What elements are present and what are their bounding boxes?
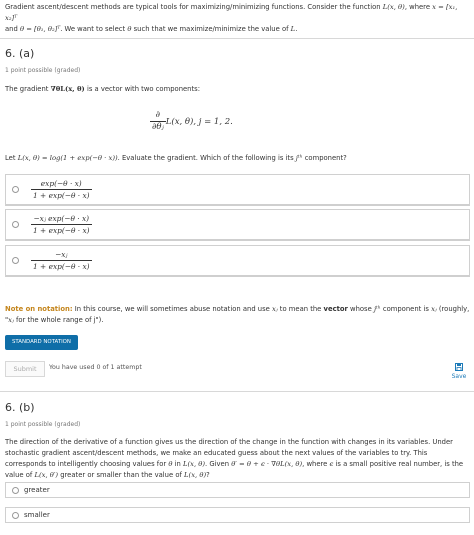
intro-text: . [295, 25, 298, 33]
radio-button[interactable] [12, 186, 19, 193]
answer-option[interactable]: −xⱼ exp(−θ · x) 1 + exp(−θ · x) [5, 209, 470, 241]
intro-text: . We want to select [60, 25, 128, 33]
option-label: smaller [24, 511, 50, 519]
jth-symbol: jᵗʰ [373, 305, 381, 313]
option-fraction: exp(−θ · x) 1 + exp(−θ · x) [31, 178, 92, 201]
fraction-numerator: −xⱼ [55, 250, 68, 259]
radio-button[interactable] [12, 257, 19, 264]
theta-definition: θ = [θ₁, θ₂]ᵀ [19, 25, 61, 33]
let-statement: Let L(x, θ) = log(1 + exp(−θ · x)). Eval… [5, 153, 347, 164]
radio-button[interactable] [12, 511, 19, 519]
divider [0, 38, 474, 39]
radio-button[interactable] [12, 221, 19, 228]
statement-text: The gradient [5, 85, 51, 93]
intro-paragraph: Gradient ascent/descent methods are typi… [5, 2, 467, 35]
fraction-denominator: 1 + exp(−θ · x) [31, 189, 92, 200]
save-label: Save [451, 373, 467, 380]
statement-text: Let [5, 154, 18, 162]
note-text: for the whole range of j"). [13, 316, 104, 324]
fraction-denominator: 1 + exp(−θ · x) [31, 224, 92, 235]
answer-option-greater[interactable]: greater [5, 482, 470, 498]
attempts-text: You have used 0 of 1 attempt [49, 364, 142, 371]
loss-definition: L(x, θ) = log(1 + exp(−θ · x)) [17, 154, 118, 162]
intro-function: L(x, θ) [382, 3, 405, 11]
update-rule: θ′ = θ + ϵ · ∇θL(x, θ) [231, 460, 303, 468]
option-label: greater [24, 486, 50, 494]
note-label: Note on notation: [5, 305, 73, 313]
answer-option[interactable]: exp(−θ · x) 1 + exp(−θ · x) [5, 174, 470, 206]
body-text: , where [302, 460, 330, 468]
answer-option[interactable]: −xⱼ 1 + exp(−θ · x) [5, 245, 470, 277]
intro-text: such that we maximize/minimize the value… [131, 25, 291, 33]
loss-symbol: L(x, θ′) [34, 471, 59, 479]
save-button[interactable]: Save [448, 363, 470, 380]
divider [0, 391, 474, 392]
statement-text: . Evaluate the gradient. Which of the fo… [117, 154, 296, 162]
notation-note: Note on notation: In this course, we wil… [5, 304, 470, 326]
submit-button[interactable]: Submit [5, 361, 45, 377]
partial-derivative-equation: ∂ ∂θⱼ L(x, θ), j = 1, 2. [150, 110, 233, 133]
intro-text: , where [404, 3, 433, 11]
question-body: The direction of the derivative of a fun… [5, 437, 470, 481]
fraction-numerator: ∂ [155, 110, 161, 120]
fraction-denominator: 1 + exp(−θ · x) [31, 260, 92, 271]
points-possible: 1 point possible (graded) [5, 67, 81, 74]
body-text: . Given [205, 460, 232, 468]
partial-fraction: ∂ ∂θⱼ [150, 110, 166, 133]
gradient-statement: The gradient ∇θL(x, θ) is a vector with … [5, 84, 200, 95]
intro-text: Gradient ascent/descent methods are typi… [5, 3, 383, 11]
question-title: 6. (a) [5, 47, 35, 60]
loss-symbol: L(x, θ) [182, 460, 206, 468]
note-text: In this course, we will sometimes abuse … [72, 305, 272, 313]
jth-symbol: jᵗʰ [295, 154, 303, 162]
answer-option-smaller[interactable]: smaller [5, 507, 470, 523]
loss-symbol: L(x, θ) [184, 471, 207, 479]
note-text: to mean the [277, 305, 324, 313]
statement-text: is a vector with two components: [84, 85, 200, 93]
statement-text: component? [302, 154, 347, 162]
question-title: 6. (b) [5, 401, 35, 414]
fraction-denominator: ∂θⱼ [150, 121, 166, 132]
fraction-numerator: exp(−θ · x) [40, 179, 82, 188]
body-text: greater or smaller than the value of [58, 471, 185, 479]
save-icon [455, 363, 463, 371]
intro-text: and [5, 25, 20, 33]
fraction-numerator: −xⱼ exp(−θ · x) [33, 214, 90, 223]
body-text: in [172, 460, 183, 468]
points-possible: 1 point possible (graded) [5, 421, 81, 428]
note-text: component is [380, 305, 432, 313]
radio-button[interactable] [12, 486, 19, 494]
option-fraction: −xⱼ 1 + exp(−θ · x) [31, 249, 92, 272]
vector-word: vector [323, 305, 348, 313]
standard-notation-button[interactable]: STANDARD NOTATION [5, 335, 78, 350]
option-fraction: −xⱼ exp(−θ · x) 1 + exp(−θ · x) [31, 213, 92, 236]
body-text: ? [206, 471, 210, 479]
gradient-symbol: ∇θL(x, θ) [50, 85, 85, 93]
equation-rest: L(x, θ), j = 1, 2. [165, 116, 233, 127]
note-text: whose [347, 305, 374, 313]
